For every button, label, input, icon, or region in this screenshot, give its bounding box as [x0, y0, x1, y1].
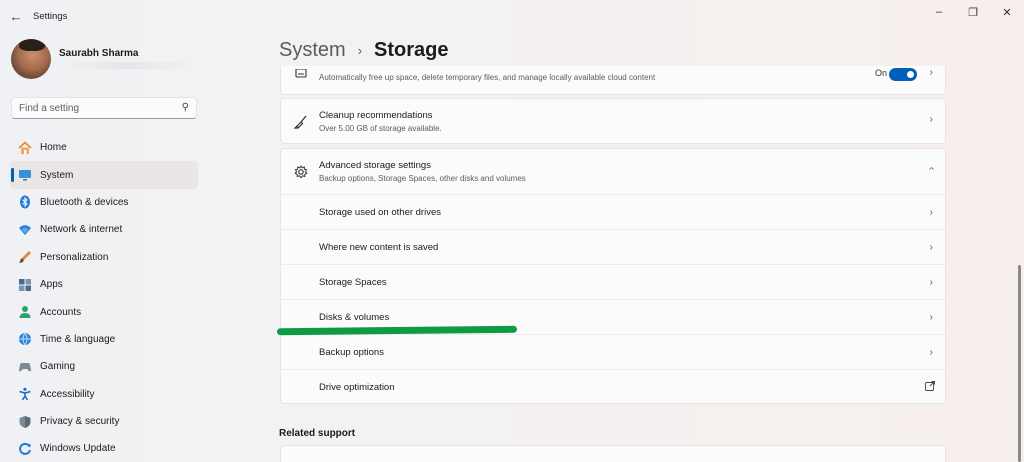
sidebar-item-accounts[interactable]: Accounts	[10, 298, 198, 325]
sidebar-item-apps[interactable]: Apps	[10, 271, 198, 298]
list-item-new-content-saved[interactable]: Where new content is saved ›	[281, 229, 945, 264]
sidebar-item-label: Accessibility	[40, 388, 95, 400]
search-icon[interactable]: ⚲	[182, 102, 189, 113]
list-item-storage-other-drives[interactable]: Storage used on other drives ›	[281, 194, 945, 229]
storage-sense-row[interactable]: Automatically free up space, delete temp…	[281, 66, 945, 95]
list-item-label: Disks & volumes	[319, 311, 390, 323]
page-title: Storage	[374, 39, 449, 61]
broom-icon	[293, 114, 309, 130]
list-item-label: Drive optimization	[319, 381, 395, 393]
sidebar-item-personalization[interactable]: Personalization	[10, 244, 198, 271]
storage-sense-icon	[293, 66, 309, 82]
cleanup-subtitle: Over 5.00 GB of storage available.	[319, 124, 442, 133]
minimize-icon: –	[935, 6, 943, 18]
minimize-button[interactable]: –	[922, 0, 956, 24]
sidebar-item-home[interactable]: Home	[10, 134, 198, 161]
related-support-card[interactable]	[280, 445, 946, 462]
chevron-right-icon: ›	[929, 311, 933, 323]
search-input[interactable]	[12, 98, 172, 118]
restore-button[interactable]: ❐	[956, 0, 990, 24]
sidebar-item-label: Gaming	[40, 361, 76, 373]
list-item-backup-options[interactable]: Backup options ›	[281, 334, 945, 369]
network-icon	[17, 222, 32, 237]
windows-update-icon	[17, 441, 32, 456]
sidebar-item-label: System	[40, 169, 74, 181]
sidebar-item-privacy-security[interactable]: Privacy & security	[10, 408, 198, 435]
storage-sense-toggle[interactable]	[889, 68, 917, 81]
list-item-label: Backup options	[319, 346, 384, 358]
list-item-label: Where new content is saved	[319, 241, 439, 253]
app-title: Settings	[33, 11, 68, 22]
list-item-label: Storage Spaces	[319, 276, 387, 288]
user-email-redacted	[59, 62, 193, 69]
home-icon	[17, 140, 32, 155]
sidebar-item-label: Bluetooth & devices	[40, 196, 129, 208]
sidebar-nav: Home System Bluetooth & devices Network …	[10, 134, 198, 462]
advanced-storage-text: Advanced storage settings Backup options…	[319, 160, 526, 183]
cleanup-row[interactable]: Cleanup recommendations Over 5.00 GB of …	[281, 99, 945, 145]
apps-icon	[17, 277, 32, 292]
gear-icon	[293, 164, 309, 180]
cleanup-text: Cleanup recommendations Over 5.00 GB of …	[319, 110, 442, 133]
title-bar: ← Settings – ❐ ✕	[0, 0, 1024, 32]
sidebar-item-system[interactable]: System	[10, 161, 198, 189]
restore-icon: ❐	[968, 6, 978, 19]
chevron-right-icon: ›	[929, 346, 933, 358]
search-box[interactable]: ⚲	[11, 97, 197, 119]
close-button[interactable]: ✕	[990, 0, 1024, 24]
gaming-icon	[17, 359, 32, 374]
avatar[interactable]	[11, 39, 51, 79]
back-button[interactable]: ←	[8, 9, 24, 25]
user-name: Saurabh Sharma	[59, 48, 139, 59]
advanced-storage-card: Advanced storage settings Backup options…	[280, 148, 946, 404]
breadcrumb-separator-icon: ›	[357, 43, 363, 58]
storage-sense-subtitle: Automatically free up space, delete temp…	[319, 73, 656, 82]
chevron-right-icon: ›	[929, 67, 933, 78]
sidebar-item-label: Personalization	[40, 251, 109, 263]
close-icon: ✕	[1002, 6, 1012, 19]
external-link-icon	[925, 380, 935, 394]
sidebar-item-windows-update[interactable]: Windows Update	[10, 435, 198, 462]
sidebar-item-label: Apps	[40, 279, 63, 291]
chevron-up-icon: ›	[925, 166, 937, 171]
sidebar-item-bluetooth[interactable]: Bluetooth & devices	[10, 189, 198, 216]
window-controls: – ❐ ✕	[922, 0, 1024, 24]
system-icon	[17, 168, 32, 183]
chevron-right-icon: ›	[929, 276, 933, 288]
chevron-right-icon: ›	[929, 114, 933, 125]
breadcrumb: System › Storage	[279, 39, 449, 62]
cleanup-recommendations-card[interactable]: Cleanup recommendations Over 5.00 GB of …	[280, 98, 946, 144]
toggle-state-label: On	[874, 68, 887, 78]
privacy-security-icon	[17, 414, 32, 429]
list-item-drive-optimization[interactable]: Drive optimization	[281, 369, 945, 404]
sidebar-item-time-language[interactable]: Time & language	[10, 326, 198, 353]
advanced-storage-title: Advanced storage settings	[319, 160, 431, 171]
back-arrow-icon: ←	[9, 9, 23, 24]
accounts-icon	[17, 305, 32, 320]
time-language-icon	[17, 332, 32, 347]
list-item-storage-spaces[interactable]: Storage Spaces ›	[281, 264, 945, 299]
bluetooth-icon	[17, 195, 32, 210]
sidebar-item-label: Home	[40, 142, 67, 154]
advanced-storage-subtitle: Backup options, Storage Spaces, other di…	[319, 174, 526, 183]
sidebar-item-label: Time & language	[40, 333, 116, 345]
chevron-right-icon: ›	[929, 206, 933, 218]
sidebar-item-gaming[interactable]: Gaming	[10, 353, 198, 380]
related-support-heading: Related support	[279, 428, 356, 439]
list-item-label: Storage used on other drives	[319, 206, 441, 218]
personalization-icon	[17, 250, 32, 265]
sidebar-item-label: Privacy & security	[40, 416, 120, 428]
sidebar-item-label: Windows Update	[40, 443, 116, 455]
sidebar-item-label: Accounts	[40, 306, 82, 318]
cleanup-title: Cleanup recommendations	[319, 110, 433, 121]
advanced-storage-header[interactable]: Advanced storage settings Backup options…	[281, 149, 945, 194]
chevron-right-icon: ›	[929, 241, 933, 253]
storage-sense-card[interactable]: Automatically free up space, delete temp…	[280, 66, 946, 95]
sidebar-item-accessibility[interactable]: Accessibility	[10, 381, 198, 408]
breadcrumb-parent[interactable]: System	[279, 39, 346, 62]
sidebar-item-network[interactable]: Network & internet	[10, 216, 198, 243]
accessibility-icon	[17, 387, 32, 402]
scrollbar-thumb[interactable]	[1018, 265, 1021, 462]
sidebar-item-label: Network & internet	[40, 224, 123, 236]
